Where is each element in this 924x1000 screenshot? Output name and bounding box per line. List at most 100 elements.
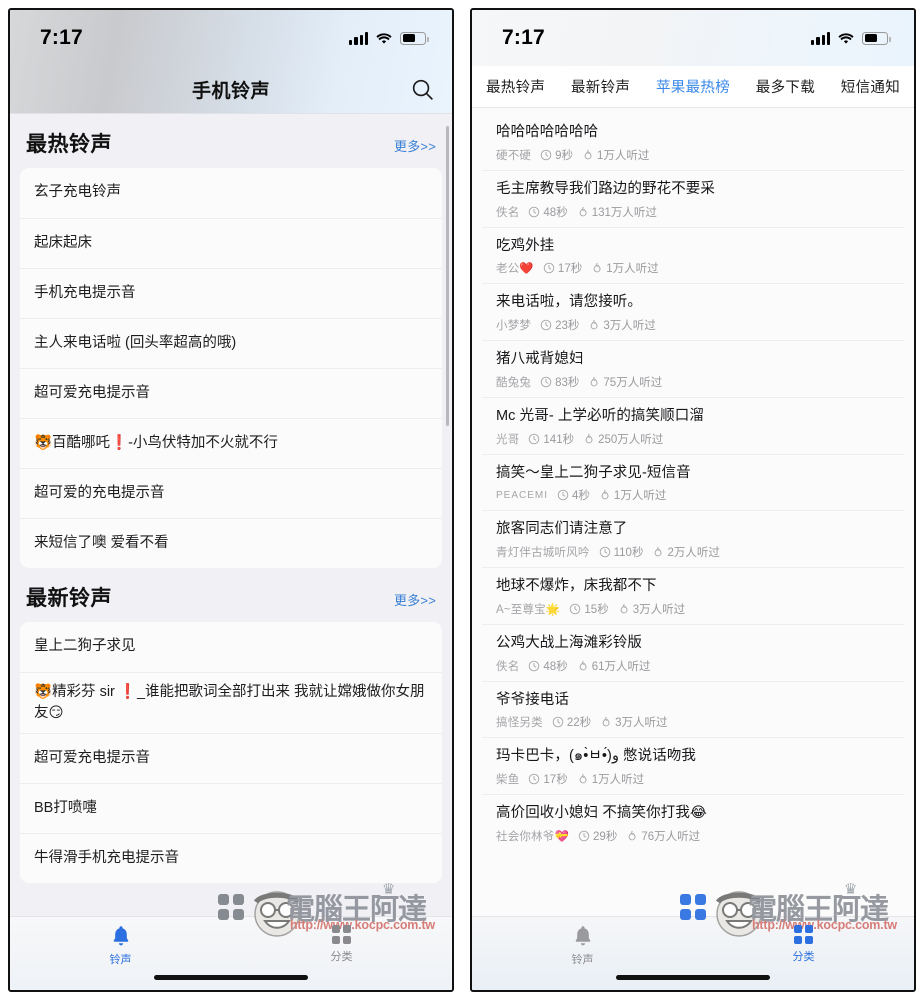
list-item-duration: 48秒: [528, 658, 568, 674]
list-item-title: 高价回收小媳妇 不搞笑你打我😂: [496, 805, 707, 821]
list-item[interactable]: 🐯精彩芬 sir ❗_谁能把歌词全部打出来 我就让嫦娥做你女朋友😏: [20, 672, 442, 733]
list-item-meta: 搞怪另类 22秒 3万人听过: [496, 714, 890, 730]
list-item-plays: 1万人听过: [577, 771, 644, 787]
list-item[interactable]: 超可爱充电提示音: [20, 733, 442, 783]
list-item-plays: 3万人听过: [588, 317, 656, 333]
plays-text: 75万人听过: [603, 376, 663, 389]
status-time: 7:17: [40, 26, 83, 49]
list-item-meta: 佚名 48秒 61万人听过: [496, 658, 890, 674]
list-item-duration: 83秒: [540, 374, 579, 390]
right-content-scroll[interactable]: 哈哈哈哈哈哈哈硬不硬 9秒 1万人听过毛主席教导我们路边的野花不要采 佚名 48秒 131…: [472, 108, 914, 916]
list-item[interactable]: 公鸡大战上海滩彩铃版 佚名 48秒 61万人听过: [482, 623, 904, 681]
list-item-meta: 柴鱼 17秒 1万人听过: [496, 771, 890, 787]
list-item-title: 超可爱充电提示音: [34, 384, 150, 401]
left-phone: 7:17 手机铃声 最热铃声 更多>> 玄子充电铃声 起床起床 手机充电提示音 主人来电话…: [0, 0, 462, 1000]
plays-text: 3万人听过: [603, 320, 656, 332]
list-item-title: 超可爱的充电提示音: [34, 484, 165, 501]
bell-icon: [111, 925, 131, 947]
section-header: 最新铃声 更多>>: [10, 568, 452, 622]
tabbar-item-ringtones[interactable]: 铃声: [10, 917, 231, 990]
list-item[interactable]: 来电话啦，请您接听。 小梦梦 23秒 3万人听过: [482, 283, 904, 340]
list-item-title: 地球不爆炸，床我都不下: [496, 578, 657, 594]
list-item[interactable]: 来短信了噢 爱看不看: [20, 518, 442, 568]
plays-text: 3万人听过: [632, 603, 686, 616]
list-item[interactable]: 猪八戒背媳妇 酷兔兔 83秒 75万人听过: [482, 340, 904, 397]
plays-text: 1万人听过: [591, 774, 645, 786]
grid-icon: [332, 925, 351, 944]
section-more-link[interactable]: 更多>>: [394, 590, 436, 609]
left-content-scroll[interactable]: 最热铃声 更多>> 玄子充电铃声 起床起床 手机充电提示音 主人来电话啦 (回头率超高的哦…: [10, 114, 452, 916]
list-item[interactable]: 超可爱充电提示音: [20, 368, 442, 418]
list-item[interactable]: 手机充电提示音: [20, 268, 442, 318]
tabbar-item-ringtones[interactable]: 铃声: [472, 917, 693, 990]
tab-2[interactable]: 苹果最热榜: [656, 76, 730, 97]
list-item[interactable]: 爷爷接电话 搞怪另类 22秒 3万人听过: [482, 680, 904, 738]
list-item-duration: 22秒: [552, 714, 591, 730]
scrollbar[interactable]: [446, 126, 449, 426]
duration-text: 110秒: [613, 547, 644, 559]
right-category-tabs: 最热铃声 最新铃声 苹果最热榜 最多下载 短信通知: [472, 66, 914, 108]
right-phone: 7:17 最热铃声 最新铃声 苹果最热榜 最多下载 短信通知 哈哈哈哈哈哈哈 硬不硬 9秒 1…: [462, 0, 924, 1000]
list-item-title: 爷爷接电话: [496, 691, 569, 708]
list-item[interactable]: Mc 光哥- 上学必听的搞笑顺口溜 光哥 141秒 250万人听过: [482, 396, 904, 454]
duration-text: 15秒: [584, 603, 609, 616]
tabbar-label-ringtones: 铃声: [109, 954, 132, 966]
plays-text: 250万人听过: [598, 433, 664, 446]
list-item[interactable]: 地球不爆炸，床我都不下 A~至尊宝🌟 15秒 3万人听过: [482, 567, 904, 624]
duration-text: 17秒: [543, 774, 568, 786]
list-item-title: 玛卡巴卡，(๑•̀ㅂ•́)و 憋说话吻我: [496, 748, 697, 765]
list-item[interactable]: 旅客同志们请注意了 青灯伴古城听风吟 110秒 2万人听过: [482, 510, 904, 567]
list-item-author: 酷兔兔: [496, 376, 532, 389]
list-item-duration: 23秒: [540, 317, 579, 333]
list-item-plays: 131万人听过: [577, 204, 657, 220]
list-item-author: 柴鱼: [496, 774, 520, 786]
tabbar-item-categories[interactable]: 分类: [231, 917, 452, 990]
list-item[interactable]: 毛主席教导我们路边的野花不要采 佚名 48秒 131万人听过: [482, 169, 904, 227]
grid-icon: [794, 925, 813, 944]
list-item[interactable]: 牛得滑手机充电提示音: [20, 833, 442, 883]
duration-text: 48秒: [543, 660, 568, 673]
list-item[interactable]: 玄子充电铃声: [20, 168, 442, 218]
tab-4[interactable]: 短信通知: [841, 76, 900, 97]
list-item[interactable]: 玛卡巴卡，(๑•̀ㅂ•́)و 憋说话吻我柴鱼 17秒 1万人听过: [482, 737, 904, 794]
tabbar-label-categories: 分类: [330, 951, 353, 963]
list-item[interactable]: 哈哈哈哈哈哈哈硬不硬 9秒 1万人听过: [482, 114, 904, 170]
list-item-meta: 光哥 141秒 250万人听过: [496, 431, 890, 447]
list-item[interactable]: 吃鸡外挂 老公❤️ 17秒 1万人听过: [482, 226, 904, 284]
plays-text: 61万人听过: [591, 660, 651, 673]
list-item-title: 哈哈哈哈哈哈哈: [496, 124, 599, 140]
list-item[interactable]: 皇上二狗子求见: [20, 622, 442, 672]
list-item-author: A~至尊宝🌟: [496, 603, 561, 616]
list-item[interactable]: 高价回收小媳妇 不搞笑你打我😂 社会你林爷💝 29秒 76万人听过: [482, 794, 904, 851]
list-item-meta: 硬不硬 9秒 1万人听过: [496, 147, 890, 163]
list-item-plays: 1万人听过: [582, 147, 649, 163]
tab-0[interactable]: 最热铃声: [486, 76, 545, 97]
tab-3[interactable]: 最多下载: [756, 76, 815, 97]
list-item-author: PEACEMI: [496, 489, 549, 501]
list-item[interactable]: BB打喷嚏: [20, 783, 442, 833]
duration-text: 23秒: [555, 320, 580, 332]
right-tab-bar: 铃声 分类: [472, 916, 914, 990]
list-item-title: 手机充电提示音: [34, 284, 136, 301]
list-item-plays: 76万人听过: [626, 828, 700, 844]
search-icon[interactable]: [408, 76, 436, 104]
list-item-title: 吃鸡外挂: [496, 237, 555, 254]
list-item[interactable]: 主人来电话啦 (回头率超高的哦): [20, 318, 442, 368]
status-indicators: [811, 31, 891, 45]
list-item[interactable]: 搞笑〜皇上二狗子求见-短信音 PEACEMI 4秒 1万人听过: [482, 453, 904, 511]
section-more-link[interactable]: 更多>>: [394, 136, 436, 155]
tabbar-label-ringtones: 铃声: [571, 954, 594, 966]
list-item-plays: 3万人听过: [600, 714, 668, 730]
list-item[interactable]: 超可爱的充电提示音: [20, 468, 442, 518]
tabbar-item-categories[interactable]: 分类: [693, 917, 914, 990]
duration-text: 17秒: [557, 263, 583, 276]
list-item-author: 青灯伴古城听风吟: [496, 547, 590, 559]
tab-1[interactable]: 最新铃声: [571, 76, 630, 97]
duration-text: 22秒: [566, 717, 592, 730]
list-item[interactable]: 起床起床: [20, 218, 442, 268]
list-item-title: 皇上二狗子求见: [34, 638, 136, 655]
left-phone-screen: 7:17 手机铃声 最热铃声 更多>> 玄子充电铃声 起床起床 手机充电提示音 主人来电话…: [8, 8, 454, 992]
list-item[interactable]: 🐯百酷哪吒❗-小鸟伏特加不火就不行: [20, 418, 442, 468]
list-item-plays: 61万人听过: [577, 658, 651, 674]
list-item-title: 公鸡大战上海滩彩铃版: [496, 634, 642, 651]
